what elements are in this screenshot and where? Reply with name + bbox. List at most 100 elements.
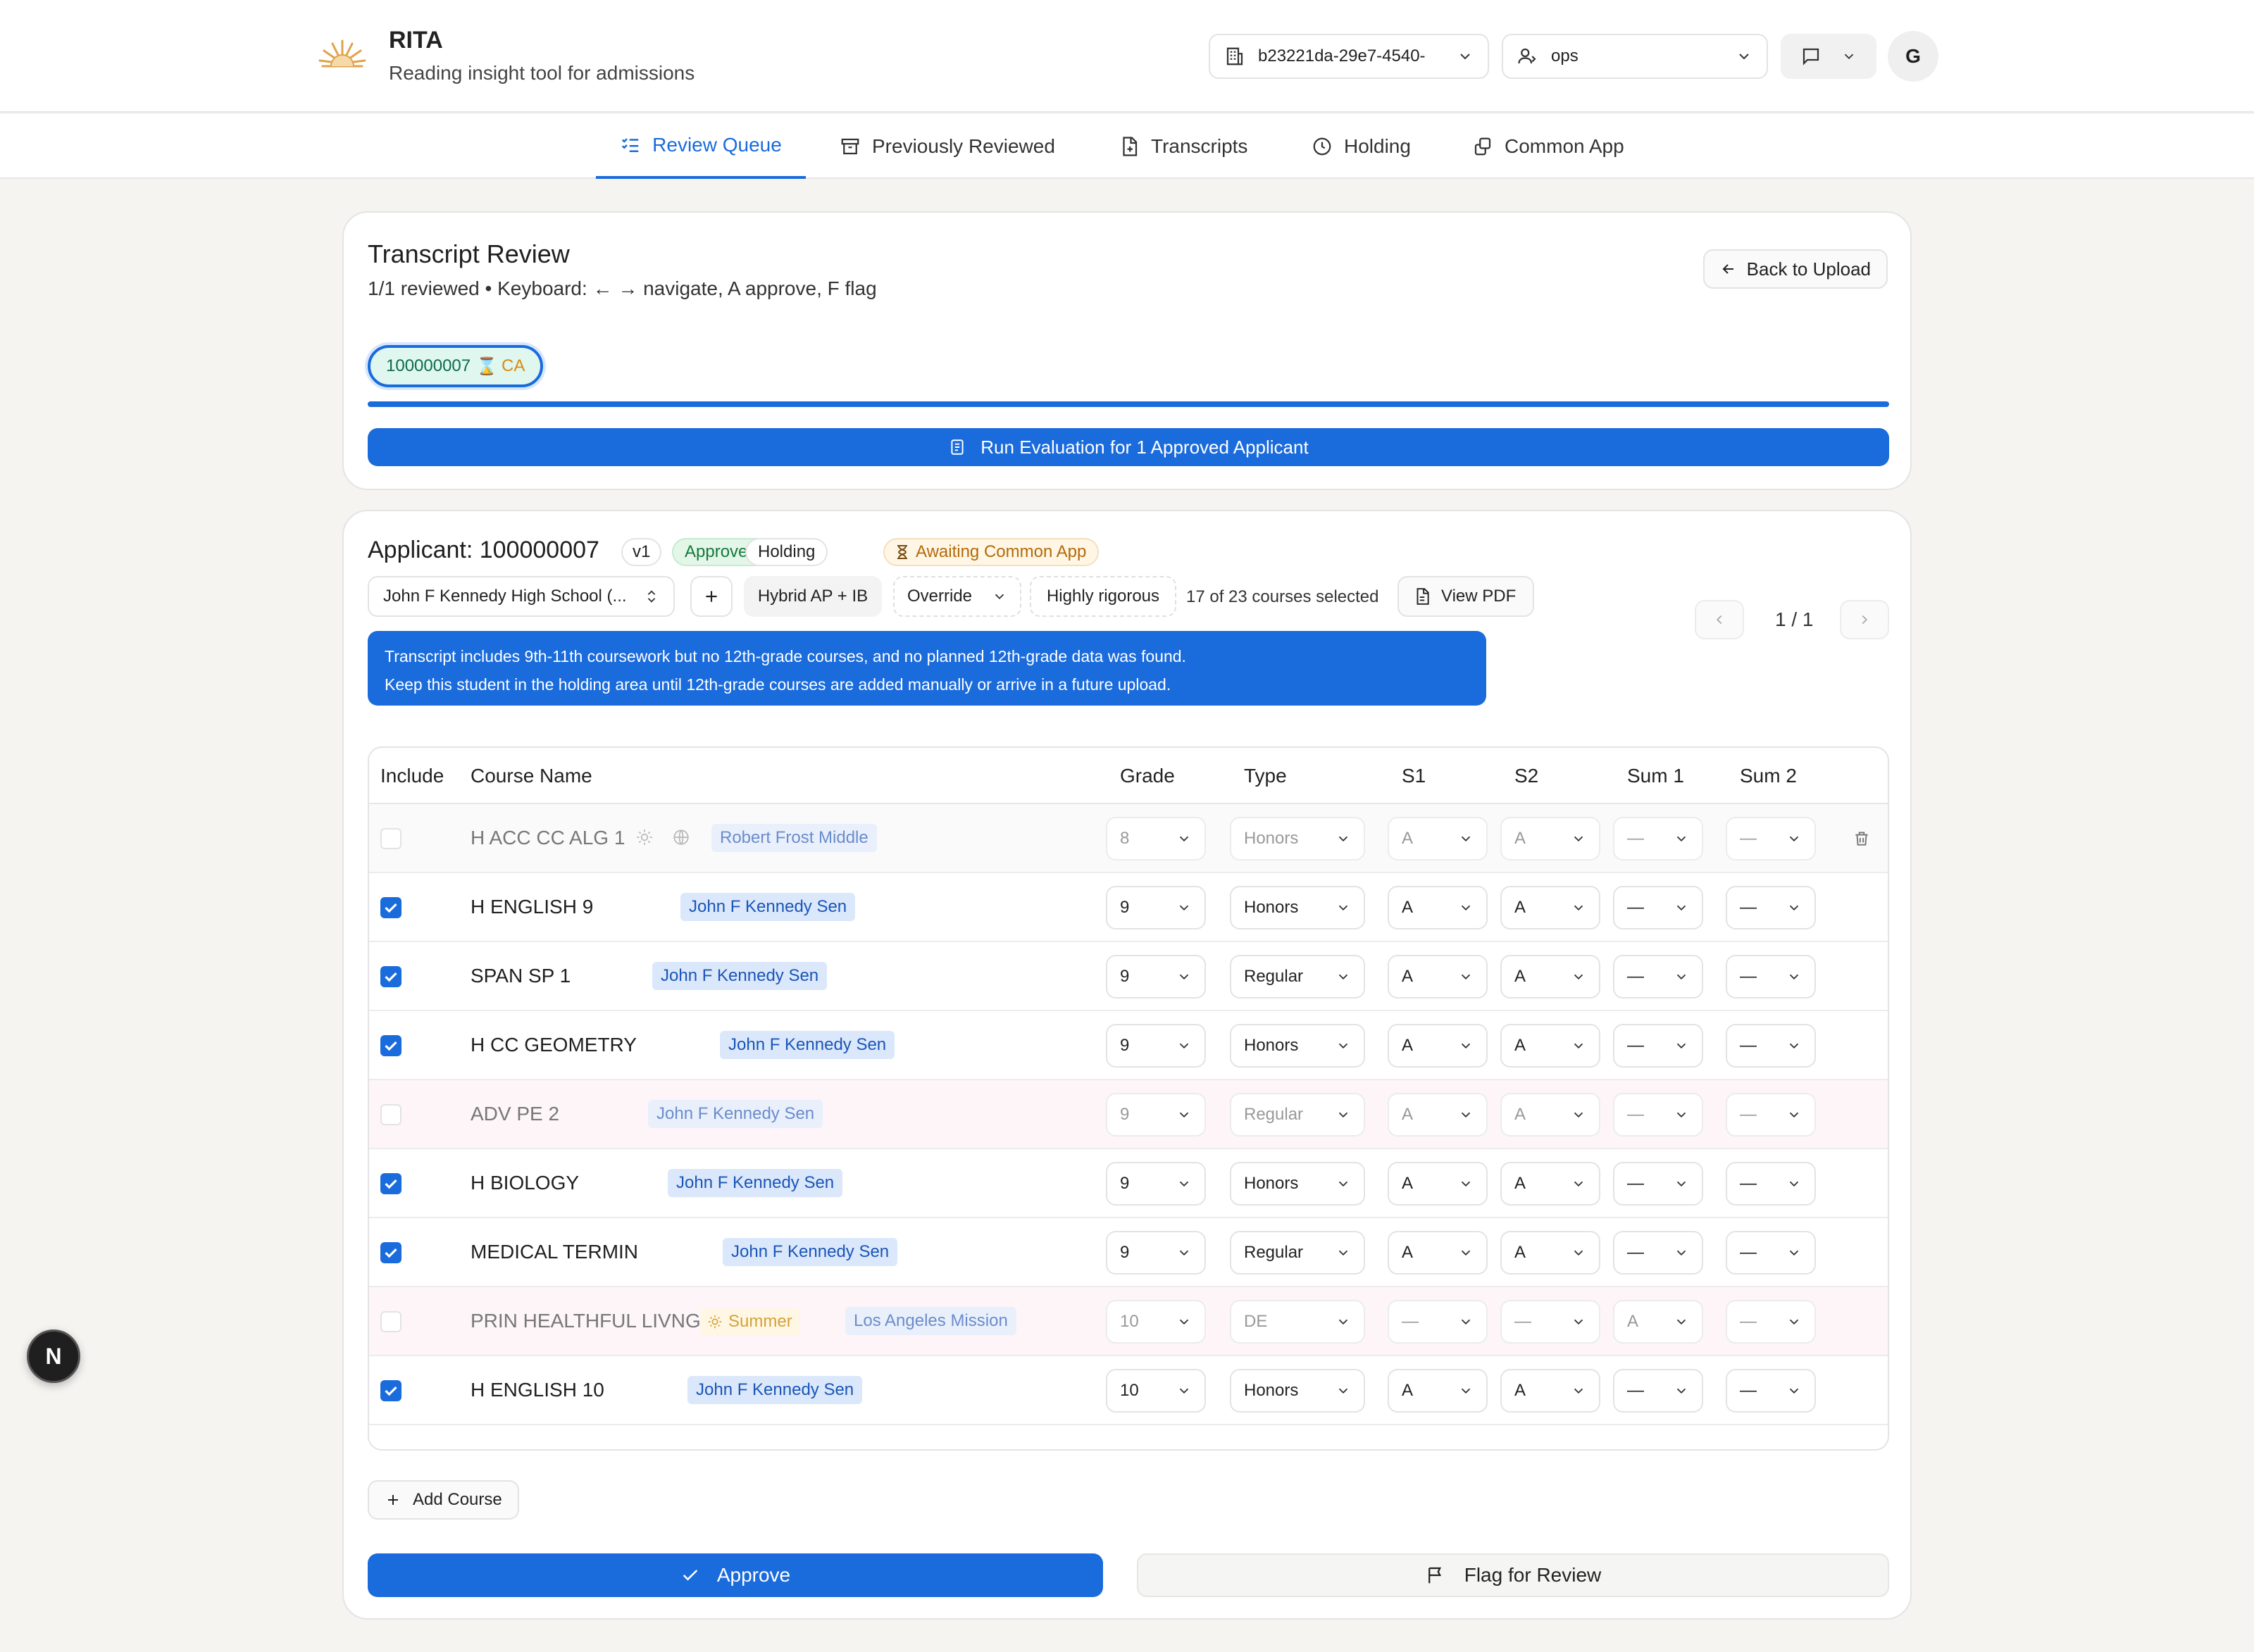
sum2-select[interactable]: —: [1726, 1093, 1816, 1137]
tab-transcripts[interactable]: Transcripts: [1119, 114, 1247, 179]
s2-select[interactable]: A: [1500, 1162, 1600, 1206]
sum1-select[interactable]: —: [1613, 1024, 1703, 1068]
include-checkbox[interactable]: [380, 828, 401, 849]
sum2-select[interactable]: —: [1726, 886, 1816, 930]
s1-select[interactable]: A: [1388, 886, 1488, 930]
approve-button[interactable]: Approve: [368, 1553, 1103, 1597]
sum2-select[interactable]: —: [1726, 1231, 1816, 1275]
table-row: H CC GEOMETRY John F Kennedy Sen 9 Honors A A…: [369, 1011, 1888, 1080]
tab-previously-reviewed[interactable]: Previously Reviewed: [840, 114, 1055, 179]
sum1-select[interactable]: —: [1613, 817, 1703, 861]
trash-icon[interactable]: [1853, 830, 1871, 848]
type-select[interactable]: Honors: [1230, 1369, 1365, 1413]
grade-select[interactable]: 10: [1106, 1300, 1206, 1344]
user-avatar[interactable]: G: [1888, 31, 1938, 82]
s1-select[interactable]: A: [1388, 817, 1488, 861]
s2-select[interactable]: A: [1500, 817, 1600, 861]
course-name[interactable]: SPAN SP 1: [471, 965, 571, 987]
applicant-chip[interactable]: 100000007 ⌛ CA: [368, 345, 544, 387]
s2-select[interactable]: —: [1500, 1300, 1600, 1344]
grade-select[interactable]: 8: [1106, 817, 1206, 861]
type-select[interactable]: DE: [1230, 1300, 1365, 1344]
include-checkbox[interactable]: [380, 1173, 401, 1194]
building-icon: [1226, 47, 1243, 65]
sum2-select[interactable]: —: [1726, 817, 1816, 861]
sum2-select[interactable]: —: [1726, 1300, 1816, 1344]
s1-select[interactable]: A: [1388, 955, 1488, 999]
clock-icon: [1313, 137, 1331, 156]
organization-select[interactable]: b23221da-29e7-4540-: [1209, 34, 1489, 79]
back-to-upload-button[interactable]: Back to Upload: [1702, 249, 1888, 289]
tab-review-queue[interactable]: Review Queue: [596, 114, 806, 179]
type-select[interactable]: Regular: [1230, 1093, 1365, 1137]
course-name[interactable]: MEDICAL TERMIN: [471, 1241, 638, 1263]
include-checkbox[interactable]: [380, 897, 401, 918]
grade-select[interactable]: 10: [1106, 1369, 1206, 1413]
include-checkbox[interactable]: [380, 1242, 401, 1263]
grade-select[interactable]: 9: [1106, 1024, 1206, 1068]
type-select[interactable]: Honors: [1230, 886, 1365, 930]
tab-holding[interactable]: Holding: [1312, 114, 1411, 179]
include-checkbox[interactable]: [380, 1380, 401, 1401]
sum1-select[interactable]: —: [1613, 1162, 1703, 1206]
include-checkbox[interactable]: [380, 1104, 401, 1125]
s1-select[interactable]: A: [1388, 1369, 1488, 1413]
floating-n-badge[interactable]: N: [27, 1329, 80, 1383]
school-tag: John F Kennedy Sen: [648, 1100, 823, 1128]
grade-select[interactable]: 9: [1106, 1162, 1206, 1206]
next-applicant-button[interactable]: [1840, 600, 1889, 639]
s1-select[interactable]: —: [1388, 1300, 1488, 1344]
course-name[interactable]: H ENGLISH 9: [471, 896, 593, 918]
s2-select[interactable]: A: [1500, 1024, 1600, 1068]
type-select[interactable]: Honors: [1230, 1162, 1365, 1206]
course-name[interactable]: H CC GEOMETRY: [471, 1034, 637, 1056]
include-checkbox[interactable]: [380, 1035, 401, 1056]
course-name[interactable]: H BIOLOGY: [471, 1172, 579, 1194]
course-name[interactable]: ADV PE 2: [471, 1103, 559, 1125]
include-checkbox[interactable]: [380, 966, 401, 987]
type-select[interactable]: Regular: [1230, 955, 1365, 999]
grade-select[interactable]: 9: [1106, 1231, 1206, 1275]
s2-select[interactable]: A: [1500, 886, 1600, 930]
grade-select[interactable]: 9: [1106, 886, 1206, 930]
grade-select[interactable]: 9: [1106, 955, 1206, 999]
s1-select[interactable]: A: [1388, 1162, 1488, 1206]
add-school-button[interactable]: [690, 576, 733, 617]
sum1-select[interactable]: —: [1613, 1231, 1703, 1275]
s2-select[interactable]: A: [1500, 1369, 1600, 1413]
sum1-select[interactable]: A: [1613, 1300, 1703, 1344]
sum2-select[interactable]: —: [1726, 955, 1816, 999]
previous-applicant-button[interactable]: [1695, 600, 1744, 639]
include-checkbox[interactable]: [380, 1311, 401, 1332]
grade-select[interactable]: 9: [1106, 1093, 1206, 1137]
chat-menu-button[interactable]: [1781, 34, 1876, 79]
sum1-select[interactable]: —: [1613, 955, 1703, 999]
s1-select[interactable]: A: [1388, 1093, 1488, 1137]
sum2-select[interactable]: —: [1726, 1162, 1816, 1206]
sum1-select[interactable]: —: [1613, 886, 1703, 930]
s2-select[interactable]: A: [1500, 955, 1600, 999]
view-pdf-button[interactable]: View PDF: [1397, 576, 1534, 617]
course-name[interactable]: H ENGLISH 10: [471, 1379, 604, 1401]
sum2-select[interactable]: —: [1726, 1369, 1816, 1413]
course-name[interactable]: PRIN HEALTHFUL LIVNG: [471, 1310, 701, 1332]
sum1-select[interactable]: —: [1613, 1369, 1703, 1413]
run-evaluation-button[interactable]: Run Evaluation for 1 Approved Applicant: [368, 428, 1889, 466]
s2-select[interactable]: A: [1500, 1231, 1600, 1275]
s2-select[interactable]: A: [1500, 1093, 1600, 1137]
type-select[interactable]: Regular: [1230, 1231, 1365, 1275]
tab-common-app[interactable]: Common App: [1472, 114, 1624, 179]
s1-select[interactable]: A: [1388, 1231, 1488, 1275]
s1-select[interactable]: A: [1388, 1024, 1488, 1068]
school-select[interactable]: John F Kennedy High School (...: [368, 576, 675, 617]
role-select[interactable]: ops: [1502, 34, 1768, 79]
type-select[interactable]: Honors: [1230, 817, 1365, 861]
override-select[interactable]: Override: [893, 576, 1021, 617]
type-select[interactable]: Honors: [1230, 1024, 1365, 1068]
sum2-select[interactable]: —: [1726, 1024, 1816, 1068]
course-name[interactable]: H ACC CC ALG 1: [471, 827, 625, 849]
sum2-value: —: [1740, 829, 1757, 848]
flag-for-review-button[interactable]: Flag for Review: [1137, 1553, 1889, 1597]
add-course-button[interactable]: Add Course: [368, 1480, 519, 1520]
sum1-select[interactable]: —: [1613, 1093, 1703, 1137]
